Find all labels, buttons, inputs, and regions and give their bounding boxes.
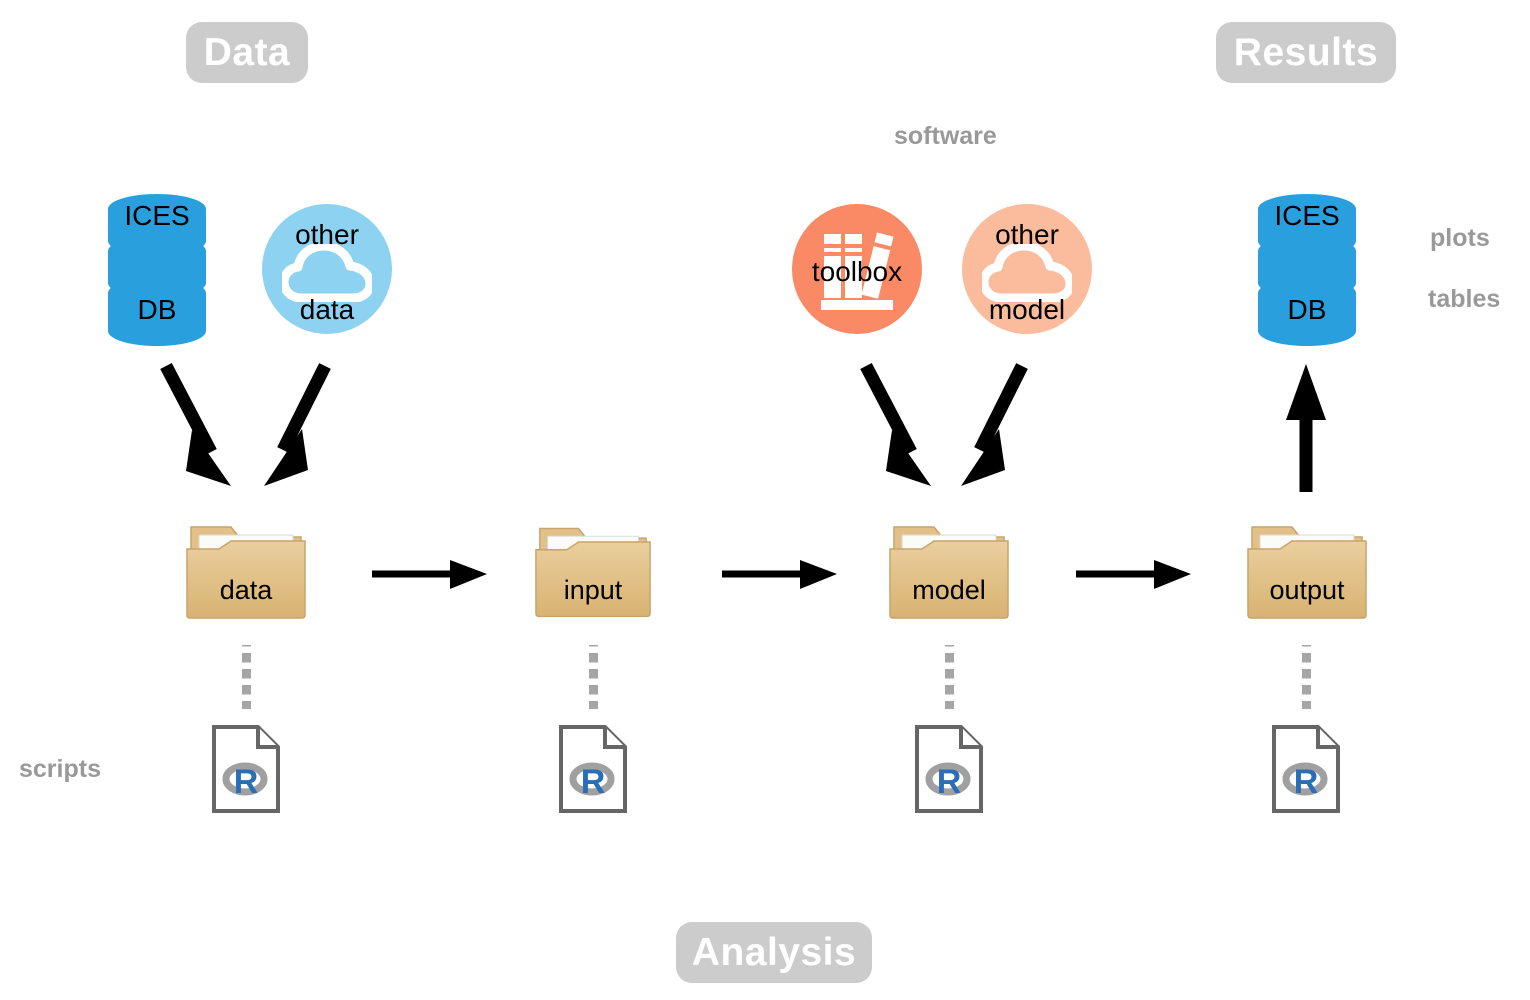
folder-data: data — [185, 519, 307, 623]
other-model-top-label: other — [995, 219, 1059, 250]
r-script-file-icon: R — [1272, 725, 1340, 813]
folder-output: output — [1246, 519, 1368, 623]
r-script-input: R — [559, 725, 627, 813]
caption-software: software — [894, 122, 997, 150]
caption-plots: plots — [1430, 224, 1490, 252]
folder-data-label: data — [219, 575, 273, 605]
arrows-layer — [160, 362, 1326, 589]
r-script-model: R — [915, 725, 983, 813]
ices-db-source-bottom-label: DB — [137, 294, 177, 325]
section-badge-results: Results — [1216, 22, 1396, 83]
r-glyph: R — [581, 763, 606, 801]
other-data-top-label: other — [295, 219, 359, 250]
toolbox-software: toolbox — [792, 204, 922, 334]
r-script-file-icon: R — [915, 725, 983, 813]
ices-db-source-top-label: ICES — [124, 200, 190, 231]
caption-scripts: scripts — [19, 755, 101, 783]
dotted-connector-input — [589, 645, 598, 709]
r-script-output: R — [1272, 725, 1340, 813]
arrow-otherdata-to-data — [264, 363, 331, 486]
arrow-ices-to-data — [160, 362, 231, 486]
r-glyph: R — [234, 763, 259, 801]
other-model-bottom-label: model — [988, 294, 1066, 325]
dotted-connector-data — [242, 645, 251, 709]
r-glyph: R — [937, 763, 962, 801]
r-glyph: R — [1294, 763, 1319, 801]
folder-icon — [889, 526, 1009, 619]
arrow-othermodel-to-model — [961, 363, 1028, 486]
caption-tables: tables — [1428, 285, 1501, 313]
folder-input-label: input — [563, 575, 623, 605]
folder-model-label: model — [912, 575, 986, 605]
arrow-input-to-model — [722, 560, 837, 589]
arrow-toolbox-to-model — [860, 362, 931, 486]
other-model-software: other model — [962, 204, 1092, 334]
dotted-connector-model — [945, 645, 954, 709]
diagram-canvas: Data Results Analysis software plots tab… — [0, 0, 1530, 1000]
folder-icon — [186, 526, 306, 619]
other-data-bottom-label: data — [299, 294, 355, 325]
folder-icon — [535, 527, 651, 618]
ices-db-results-top-label: ICES — [1274, 200, 1340, 231]
ices-db-results-bottom-label: DB — [1287, 294, 1327, 325]
arrow-output-to-ices-db — [1286, 364, 1326, 492]
arrow-data-to-input — [372, 560, 487, 589]
other-data-source: other data — [262, 204, 392, 334]
ices-db-results: ICES DB — [1258, 194, 1356, 346]
section-badge-data: Data — [186, 22, 308, 83]
dotted-connector-output — [1302, 645, 1311, 709]
r-script-data: R — [212, 725, 280, 813]
r-script-file-icon: R — [212, 725, 280, 813]
folder-output-label: output — [1269, 575, 1345, 605]
folder-icon — [1247, 526, 1367, 619]
section-badge-analysis: Analysis — [676, 922, 872, 983]
arrow-model-to-output — [1076, 560, 1191, 589]
r-script-file-icon: R — [559, 725, 627, 813]
folder-input: input — [534, 519, 652, 623]
ices-db-source: ICES DB — [108, 194, 206, 346]
toolbox-label: toolbox — [811, 256, 903, 287]
folder-model: model — [888, 519, 1010, 623]
